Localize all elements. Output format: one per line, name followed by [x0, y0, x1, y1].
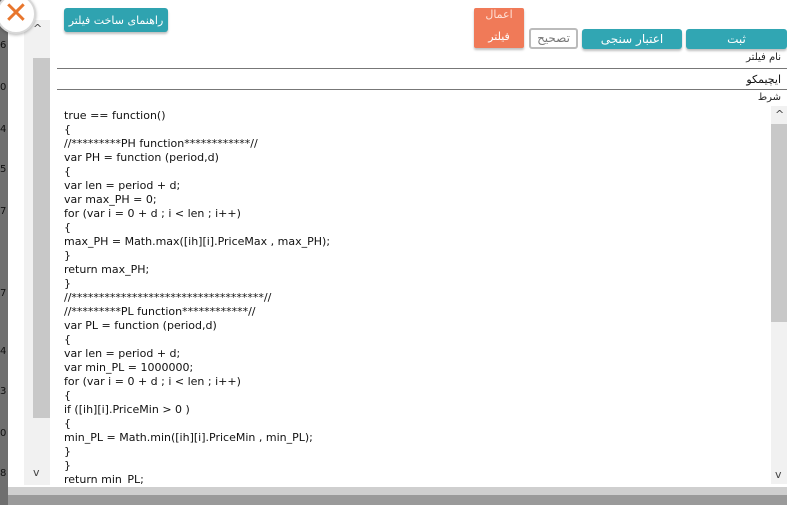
background-number: 0 — [0, 82, 7, 93]
background-number: 7 — [0, 288, 7, 299]
code-scrollbar[interactable]: ^ v — [771, 106, 787, 484]
scroll-down-icon[interactable]: v — [775, 468, 782, 481]
background-number: 5 — [0, 164, 7, 175]
scroll-down-icon[interactable]: v — [33, 466, 40, 479]
filter-editor-dialog: ^ v راهنمای ساخت فیلتر اعمال فیلتر تصحیح… — [8, 0, 787, 495]
scrollbar-thumb[interactable] — [33, 58, 50, 418]
background-strip: 6 0 4 5 7 7 4 3 0 8 — [0, 0, 8, 505]
scrollbar-thumb[interactable] — [771, 124, 787, 322]
validate-button[interactable]: اعتبار سنجی — [582, 29, 682, 49]
filter-help-button[interactable]: راهنمای ساخت فیلتر — [64, 8, 168, 32]
submit-button[interactable]: ثبت — [686, 29, 787, 49]
background-number: 4 — [0, 124, 7, 135]
correct-button[interactable]: تصحیح — [529, 28, 578, 49]
filter-name-input[interactable] — [57, 68, 787, 90]
background-number: 3 — [0, 386, 7, 397]
condition-code-text[interactable]: true == function() { //*********PH funct… — [64, 109, 330, 484]
filter-name-label: نام فیلتر — [746, 52, 781, 63]
background-number: 7 — [0, 206, 7, 217]
scroll-up-icon[interactable]: ^ — [775, 108, 784, 121]
apply-filter-button[interactable]: اعمال فیلتر — [474, 8, 524, 48]
apply-filter-label: فیلتر — [488, 30, 510, 43]
background-number: 6 — [0, 40, 7, 51]
left-scrollbar[interactable]: ^ v — [24, 20, 50, 485]
close-icon: ✕ — [3, 0, 29, 31]
background-number: 8 — [0, 468, 7, 479]
background-number: 4 — [0, 346, 7, 357]
scroll-up-icon[interactable]: ^ — [33, 22, 42, 35]
condition-label: شرط — [757, 92, 781, 103]
apply-filter-label-top: اعمال — [485, 8, 513, 21]
background-number: 0 — [0, 428, 7, 439]
condition-code-editor[interactable]: true == function() { //*********PH funct… — [57, 106, 771, 484]
